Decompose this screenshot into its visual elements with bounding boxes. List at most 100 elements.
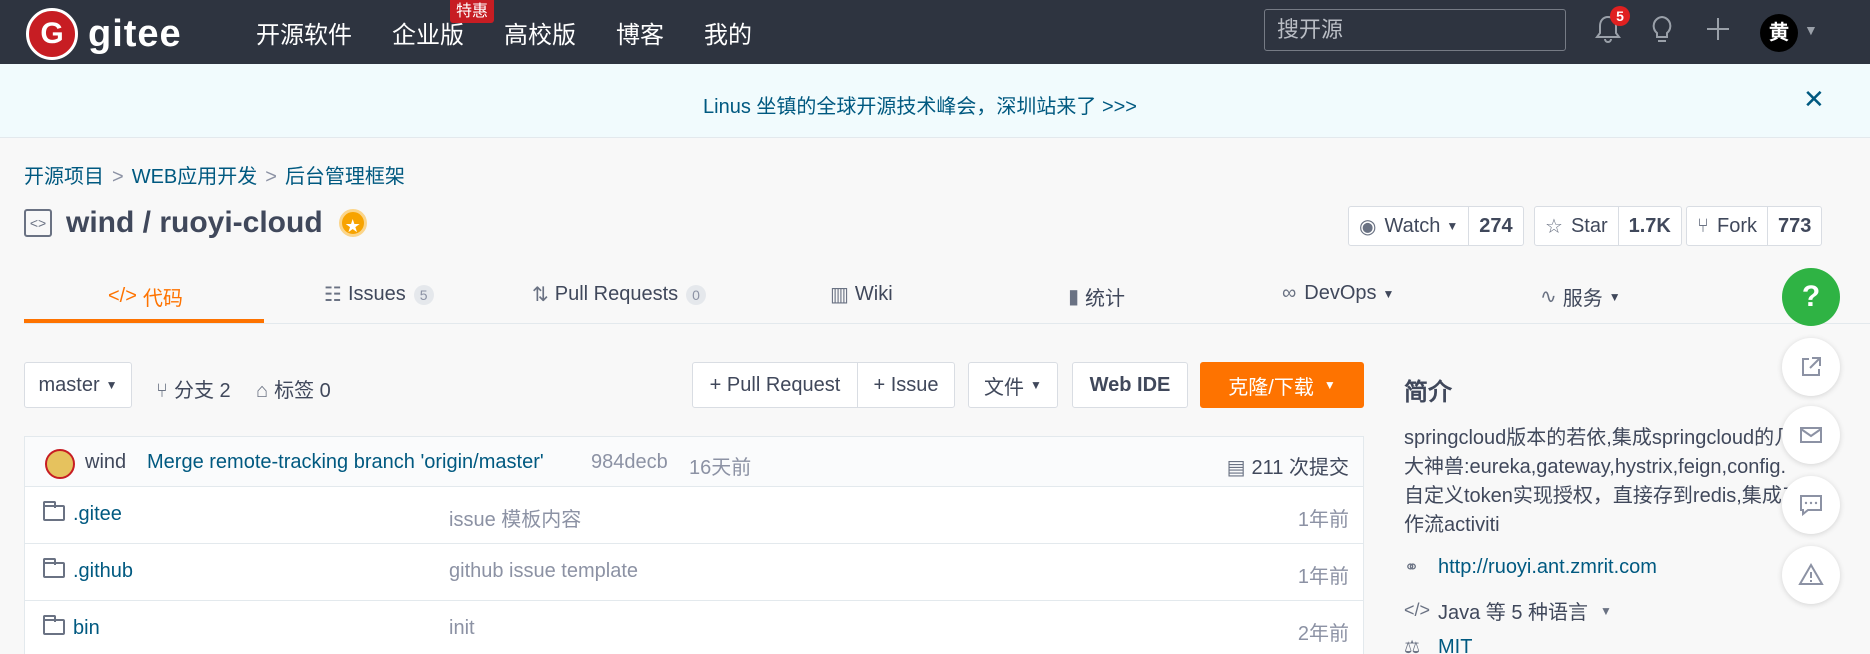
branches-count: 分支 2 (174, 380, 231, 402)
gitee-logo[interactable]: G gitee (26, 8, 182, 60)
fork-button[interactable]: ⑂ Fork (1687, 207, 1768, 245)
new-issue-button[interactable]: + Issue (857, 362, 955, 408)
language-label: Java 等 5 种语言 (1438, 602, 1589, 624)
watch-label: Watch (1384, 214, 1441, 237)
breadcrumb-item[interactable]: WEB应用开发 (132, 166, 258, 188)
file-time: 2年前 (1297, 623, 1349, 645)
fork-icon: ⑂ (1697, 214, 1709, 237)
homepage-link[interactable]: ⚭ http://ruoyi.ant.zmrit.com (1404, 556, 1657, 579)
share-icon[interactable] (1782, 338, 1840, 396)
nav-item-open-source[interactable]: 开源软件 (256, 15, 352, 50)
issues-icon: ☷ (324, 284, 342, 306)
language-info[interactable]: </> Java 等 5 种语言 ▼ (1404, 596, 1612, 625)
nav-menu: 开源软件 企业版 特惠 高校版 博客 我的 (256, 0, 792, 64)
breadcrumb-separator: > (265, 166, 277, 188)
file-commit-message[interactable]: github issue template (449, 560, 638, 583)
file-name[interactable]: .github (73, 560, 133, 583)
infinity-icon: ∞ (1282, 282, 1297, 304)
folder-icon (43, 615, 65, 635)
chevron-down-icon: ▼ (105, 378, 118, 392)
tab-issues[interactable]: ☷ Issues 5 (324, 282, 434, 307)
intro-title: 简介 (1404, 379, 1452, 406)
tab-label: Issues (347, 283, 406, 305)
file-commit-message[interactable]: init (449, 617, 475, 640)
tab-code[interactable]: </> 代码 (108, 282, 183, 311)
commit-count: 211 次提交 (1251, 457, 1349, 479)
table-row: .gitee issue 模板内容 1年前 (25, 487, 1363, 544)
chevron-down-icon: ▼ (1323, 378, 1336, 392)
repo-name[interactable]: wind / ruoyi-cloud (66, 206, 323, 240)
lightbulb-icon[interactable] (1648, 14, 1676, 51)
star-button[interactable]: ☆ Star (1535, 207, 1619, 245)
tab-label: 统计 (1085, 288, 1126, 310)
intro-description: springcloud版本的若依,集成springcloud的几大神兽:eure… (1404, 427, 1802, 536)
scale-icon: ⚖ (1404, 637, 1421, 654)
star-group: ☆ Star 1.7K (1534, 206, 1682, 246)
clone-label: 克隆/下载 (1228, 376, 1314, 399)
plus-icon[interactable] (1704, 14, 1732, 51)
breadcrumb-item[interactable]: 后台管理框架 (285, 166, 405, 188)
commit-hash[interactable]: 984decb (591, 451, 668, 474)
commit-author[interactable]: wind (85, 451, 126, 474)
fork-group: ⑂ Fork 773 (1686, 206, 1823, 246)
book-icon: ▥ (830, 284, 849, 306)
nav-item-mine[interactable]: 我的 (704, 15, 752, 50)
folder-icon (43, 501, 65, 521)
close-icon[interactable]: ✕ (1803, 84, 1825, 115)
tags-count: 标签 0 (274, 380, 331, 402)
file-time: 1年前 (1297, 509, 1349, 531)
watch-count[interactable]: 274 (1469, 207, 1522, 245)
tab-devops[interactable]: ∞ DevOps ▼ (1282, 282, 1394, 305)
tab-wiki[interactable]: ▥ Wiki (830, 282, 893, 307)
pulse-icon: ∿ (1540, 286, 1557, 308)
branch-icon: ⑂ (156, 380, 168, 402)
folder-icon (43, 558, 65, 578)
nav-item-blog[interactable]: 博客 (616, 15, 664, 50)
tab-label: 代码 (142, 288, 183, 310)
file-commit-message[interactable]: issue 模板内容 (449, 503, 581, 532)
web-ide-button[interactable]: Web IDE (1072, 362, 1188, 408)
branch-select[interactable]: master ▼ (24, 362, 132, 408)
mail-icon[interactable] (1782, 406, 1840, 464)
file-name[interactable]: bin (73, 617, 100, 640)
tab-stats[interactable]: ▮ 统计 (1068, 282, 1125, 311)
search-input[interactable]: 搜开源 (1264, 9, 1566, 51)
tab-services[interactable]: ∿ 服务 ▼ (1540, 282, 1621, 311)
tab-label: Pull Requests (554, 283, 679, 305)
commit-author-avatar[interactable] (45, 449, 75, 479)
watch-button[interactable]: ◉ Watch ▼ (1349, 207, 1470, 245)
clone-download-button[interactable]: 克隆/下载 ▼ (1200, 362, 1364, 408)
tags-link[interactable]: ⌂ 标签 0 (256, 374, 331, 403)
banner-link[interactable]: Linus 坐镇的全球开源技术峰会，深圳站来了 >>> (0, 90, 1840, 119)
fork-count[interactable]: 773 (1768, 207, 1821, 245)
fork-label: Fork (1717, 214, 1757, 237)
pull-request-icon: ⇅ (532, 284, 549, 306)
help-button[interactable]: ? (1782, 268, 1840, 326)
star-icon: ☆ (1545, 215, 1563, 238)
nav-item-enterprise[interactable]: 企业版 特惠 (392, 0, 494, 50)
star-count[interactable]: 1.7K (1619, 207, 1681, 245)
user-avatar[interactable]: 黄 (1760, 14, 1798, 52)
breadcrumb-item[interactable]: 开源项目 (24, 166, 104, 188)
watch-group: ◉ Watch ▼ 274 (1348, 206, 1524, 246)
top-nav: G gitee 开源软件 企业版 特惠 高校版 博客 我的 搜开源 5 黄 ▼ (0, 0, 1870, 64)
tab-pull-requests[interactable]: ⇅ Pull Requests 0 (532, 282, 706, 307)
commit-count-link[interactable]: ▤ 211 次提交 (1227, 451, 1349, 480)
license-link[interactable]: ⚖ MIT (1404, 636, 1472, 654)
tab-label: Wiki (854, 283, 893, 305)
file-menu-button[interactable]: 文件 ▼ (968, 362, 1058, 408)
chevron-down-icon[interactable]: ▼ (1804, 22, 1818, 38)
gitee-logo-icon: G (26, 8, 78, 60)
file-list: wind Merge remote-tracking branch 'origi… (24, 436, 1364, 654)
logo-text: gitee (88, 12, 182, 55)
branches-link[interactable]: ⑂ 分支 2 (156, 374, 231, 403)
commit-message[interactable]: Merge remote-tracking branch 'origin/mas… (147, 451, 544, 474)
warning-icon[interactable] (1782, 546, 1840, 604)
branch-label: master (38, 373, 100, 396)
new-pull-request-button[interactable]: + Pull Request (692, 362, 858, 408)
tab-label: 服务 (1562, 288, 1603, 310)
repo-header: <> wind / ruoyi-cloud ★ (24, 206, 367, 240)
comment-icon[interactable] (1782, 476, 1840, 534)
file-name[interactable]: .gitee (73, 503, 122, 526)
nav-item-education[interactable]: 高校版 (504, 15, 576, 50)
